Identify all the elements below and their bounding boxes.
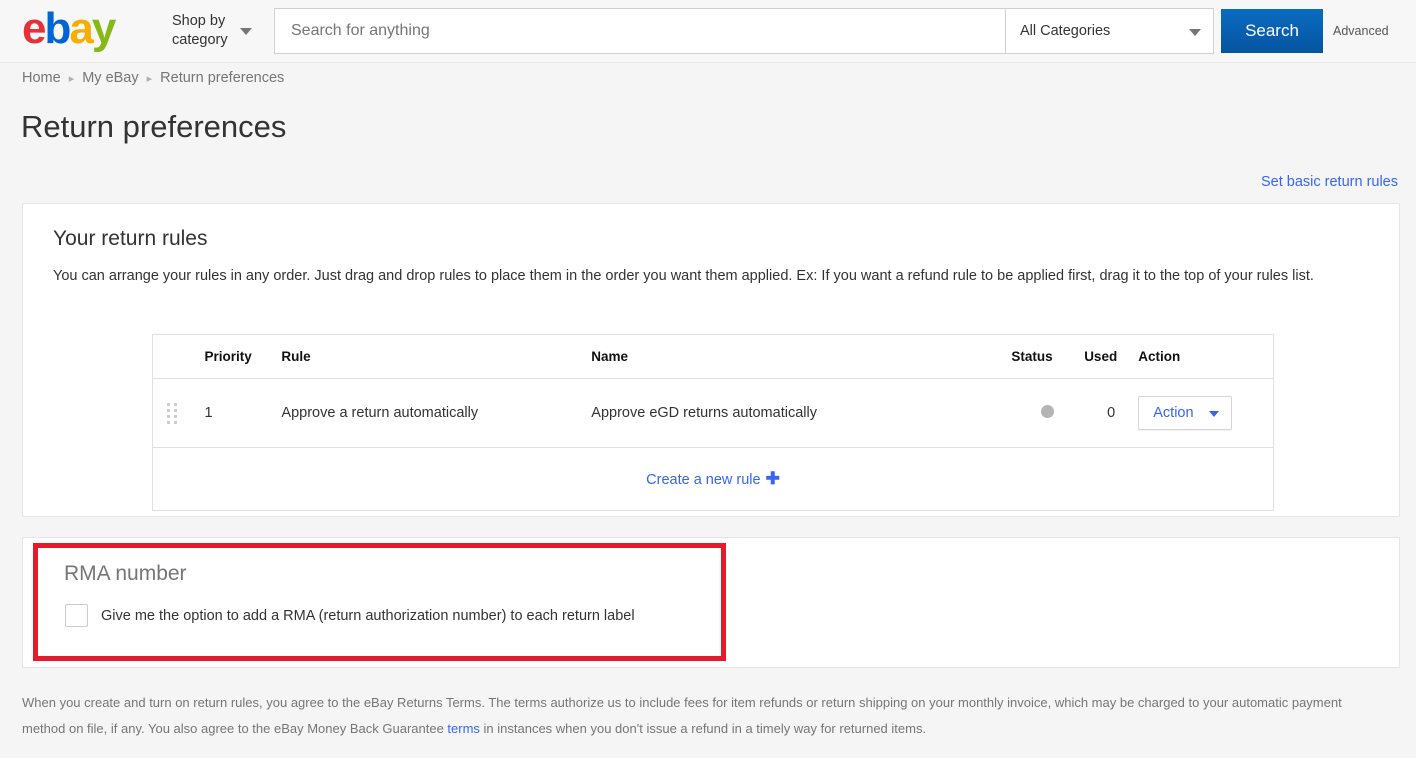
rma-checkbox[interactable]: [65, 604, 88, 627]
rules-card-description: You can arrange your rules in any order.…: [53, 268, 1314, 284]
chevron-down-icon: [1189, 29, 1201, 36]
logo-letter-y: y: [91, 4, 117, 53]
breadcrumb-separator-icon: ▸: [146, 72, 153, 85]
shop-by-category-button[interactable]: Shop by category: [172, 12, 244, 50]
drag-handle-cell[interactable]: [152, 378, 205, 448]
breadcrumb-item-my-ebay[interactable]: My eBay: [82, 70, 138, 86]
column-header-name: Name: [591, 334, 1012, 379]
plus-icon: ✚: [765, 469, 780, 488]
rma-checkbox-row: Give me the option to add a RMA (return …: [65, 604, 635, 627]
breadcrumb-item-home[interactable]: Home: [22, 70, 61, 86]
search-input[interactable]: [274, 8, 1005, 54]
logo-letter-a: a: [69, 4, 94, 53]
breadcrumb-item-current: Return preferences: [160, 70, 285, 86]
category-select[interactable]: All Categories: [1005, 8, 1214, 54]
rma-number-card: RMA number Give me the option to add a R…: [22, 537, 1400, 668]
footer-text-after-link: in instances when you don't issue a refu…: [479, 721, 927, 736]
create-rule-cell: Create a new rule ✚: [153, 448, 1274, 511]
rules-card-title: Your return rules: [53, 227, 208, 250]
set-basic-return-rules-link[interactable]: Set basic return rules: [1261, 174, 1398, 190]
create-new-rule-label: Create a new rule: [646, 472, 761, 488]
create-new-rule-link[interactable]: Create a new rule ✚: [646, 469, 780, 488]
logo-letter-e: e: [22, 4, 47, 53]
table-row: 1 Approve a return automatically Approve…: [152, 378, 1274, 448]
page-title: Return preferences: [21, 109, 287, 144]
rma-checkbox-label[interactable]: Give me the option to add a RMA (return …: [101, 608, 635, 624]
status-indicator-icon: [1041, 404, 1055, 418]
rma-card-title: RMA number: [64, 562, 187, 585]
table-body: 1 Approve a return automatically Approve…: [152, 378, 1274, 511]
action-dropdown-button[interactable]: Action: [1138, 396, 1233, 430]
action-button-label: Action: [1153, 405, 1194, 421]
column-header-action: Action: [1138, 334, 1274, 379]
money-back-guarantee-terms-link[interactable]: terms: [447, 721, 480, 736]
column-header-used: Used: [1084, 334, 1139, 379]
breadcrumb: Home ▸ My eBay ▸ Return preferences: [22, 70, 284, 86]
cell-action: Action: [1138, 378, 1274, 448]
column-header-rule: Rule: [281, 334, 592, 379]
column-header-priority: Priority: [204, 334, 282, 379]
create-rule-row: Create a new rule ✚: [153, 448, 1274, 511]
column-header-status: Status: [1011, 334, 1085, 379]
site-header: ebay Shop by category All Categories Sea…: [0, 0, 1416, 63]
return-rules-table: Priority Rule Name Status Used Action 1 …: [152, 334, 1274, 511]
cell-status: [1011, 378, 1085, 448]
search-button[interactable]: Search: [1221, 9, 1323, 53]
category-select-label: All Categories: [1020, 23, 1111, 39]
ebay-logo[interactable]: ebay: [22, 4, 117, 54]
cell-priority: 1: [204, 378, 282, 448]
chevron-down-icon: [1209, 411, 1220, 417]
chevron-down-icon[interactable]: [240, 28, 252, 35]
your-return-rules-card: Your return rules You can arrange your r…: [22, 203, 1400, 517]
column-header-handle: [152, 334, 205, 379]
cell-used: 0: [1084, 378, 1139, 448]
table-header: Priority Rule Name Status Used Action: [152, 334, 1274, 379]
breadcrumb-separator-icon: ▸: [68, 72, 75, 85]
advanced-search-link[interactable]: Advanced: [1333, 24, 1389, 38]
logo-letter-b: b: [44, 4, 71, 53]
table-header-row: Priority Rule Name Status Used Action: [152, 334, 1274, 379]
footer-disclaimer: When you create and turn on return rules…: [22, 690, 1382, 742]
cell-name: Approve eGD returns automatically: [591, 378, 1012, 448]
highlight-annotation-box: [33, 543, 726, 661]
drag-handle-icon[interactable]: [167, 402, 179, 424]
cell-rule: Approve a return automatically: [281, 378, 592, 448]
